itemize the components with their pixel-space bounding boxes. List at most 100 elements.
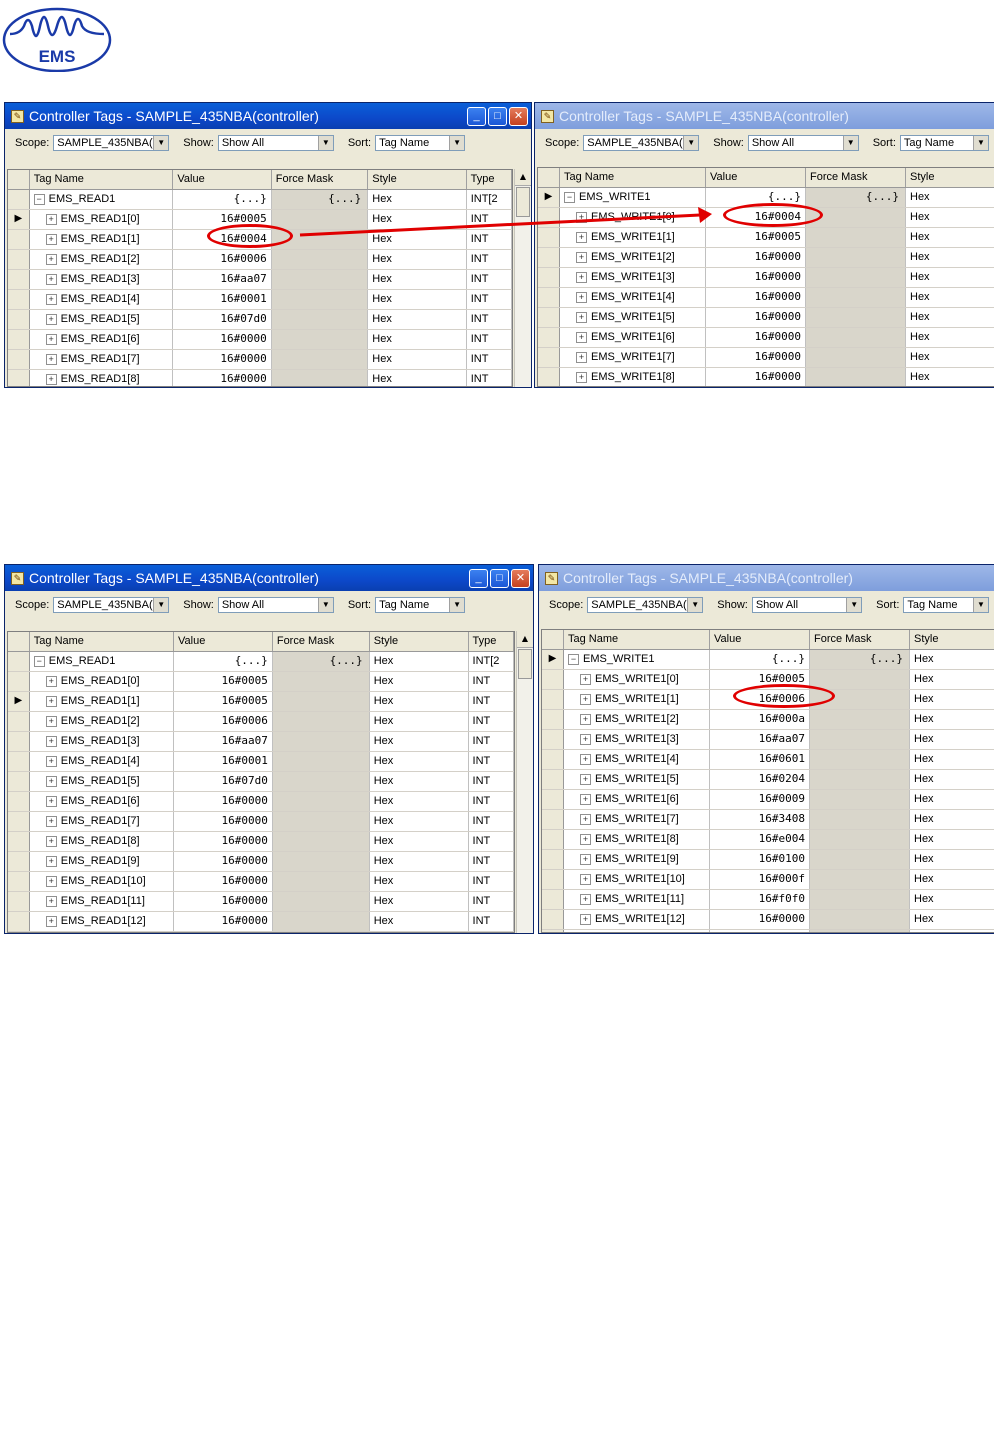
value-cell[interactable]: 16#0009	[710, 790, 810, 809]
expand-icon[interactable]: +	[580, 833, 591, 845]
style-cell[interactable]: Hex	[370, 892, 469, 911]
show-dropdown[interactable]: Show All ▼	[751, 597, 863, 613]
value-cell[interactable]: 16#0000	[710, 910, 810, 929]
style-cell[interactable]: Hex	[370, 932, 469, 933]
titlebar[interactable]: ✎ Controller Tags - SAMPLE_435NBA(contro…	[5, 565, 533, 591]
row-selector[interactable]	[8, 792, 30, 811]
value-cell[interactable]: {...}	[710, 650, 810, 669]
expand-icon[interactable]: +	[580, 733, 591, 745]
style-cell[interactable]: Hex	[910, 830, 994, 849]
value-cell[interactable]: 16#0204	[710, 770, 810, 789]
expand-icon[interactable]: +	[580, 773, 591, 785]
expand-icon[interactable]: +	[45, 715, 57, 727]
row-selector[interactable]	[8, 732, 30, 751]
style-cell[interactable]: Hex	[910, 650, 994, 669]
row-selector[interactable]	[8, 912, 30, 931]
tag-row[interactable]: + EMS_WRITE1[10] 16#000f Hex	[542, 870, 994, 890]
row-selector[interactable]	[8, 852, 30, 871]
tag-row[interactable]: + EMS_READ1[6] 16#0000 Hex INT	[8, 792, 514, 812]
expand-icon[interactable]: +	[580, 693, 591, 705]
style-cell[interactable]: Hex	[910, 850, 994, 869]
tag-row[interactable]: +EMS_READ1[13]16#0000 HexINT	[8, 932, 514, 933]
value-cell[interactable]: 16#0006	[174, 712, 273, 731]
row-selector[interactable]	[542, 930, 564, 932]
scroll-thumb[interactable]	[518, 649, 532, 679]
value-cell[interactable]: 16#0100	[710, 850, 810, 869]
row-selector[interactable]	[8, 752, 30, 771]
style-cell[interactable]: Hex	[370, 732, 469, 751]
tag-row[interactable]: + EMS_READ1[2] 16#0006 Hex INT	[8, 712, 514, 732]
value-cell[interactable]: 16#f0f0	[710, 890, 810, 909]
row-selector[interactable]	[542, 670, 564, 689]
expand-icon[interactable]: +	[45, 695, 57, 707]
row-selector[interactable]	[8, 712, 30, 731]
style-cell[interactable]: Hex	[910, 690, 994, 709]
expand-icon[interactable]: +	[580, 713, 591, 725]
tag-row[interactable]: + EMS_WRITE1[8] 16#e004 Hex	[542, 830, 994, 850]
collapse-icon[interactable]: −	[33, 655, 45, 667]
expand-icon[interactable]: +	[580, 873, 591, 885]
row-selector[interactable]	[542, 830, 564, 849]
value-cell[interactable]: 16#0005	[174, 692, 273, 711]
style-cell[interactable]: Hex	[910, 870, 994, 889]
value-cell[interactable]: 16#0000	[174, 792, 273, 811]
style-cell[interactable]: Hex	[910, 930, 994, 932]
column-header-force-mask[interactable]: Force Mask	[273, 632, 370, 651]
expand-icon[interactable]: +	[45, 775, 57, 787]
expand-icon[interactable]: +	[580, 913, 591, 925]
expand-icon[interactable]: +	[580, 753, 591, 765]
style-cell[interactable]: Hex	[910, 710, 994, 729]
scope-dropdown[interactable]: SAMPLE_435NBA(c ▼	[53, 597, 170, 613]
row-selector[interactable]	[8, 672, 30, 691]
expand-icon[interactable]: +	[45, 675, 57, 687]
expand-icon[interactable]: +	[45, 895, 57, 907]
titlebar[interactable]: ✎ Controller Tags - SAMPLE_435NBA(contro…	[539, 565, 994, 591]
value-cell[interactable]: 16#0000	[174, 832, 273, 851]
value-cell[interactable]: 16#0005	[174, 672, 273, 691]
row-selector[interactable]	[542, 850, 564, 869]
value-cell[interactable]: 16#0000	[174, 852, 273, 871]
tag-row[interactable]: + EMS_WRITE1[4] 16#0601 Hex	[542, 750, 994, 770]
style-cell[interactable]: Hex	[370, 912, 469, 931]
value-cell[interactable]: 16#0000	[174, 872, 273, 891]
tag-row[interactable]: + EMS_READ1[12] 16#0000 Hex INT	[8, 912, 514, 932]
expand-icon[interactable]: +	[580, 793, 591, 805]
row-selector[interactable]	[542, 910, 564, 929]
column-header-type[interactable]: Type	[469, 632, 514, 651]
value-cell[interactable]: 16#aa07	[710, 730, 810, 749]
row-selector[interactable]	[8, 812, 30, 831]
column-header-tag-name[interactable]: Tag Name	[30, 632, 175, 651]
scroll-up-icon[interactable]: ▲	[517, 631, 533, 648]
value-cell[interactable]: 16#0000	[174, 892, 273, 911]
style-cell[interactable]: Hex	[910, 770, 994, 789]
close-button[interactable]: ✕	[511, 568, 530, 588]
tag-row[interactable]: + EMS_READ1[9] 16#0000 Hex INT	[8, 852, 514, 872]
parent-tag-row[interactable]: − EMS_READ1 {...} {...} Hex INT[2	[8, 652, 514, 672]
style-cell[interactable]: Hex	[370, 772, 469, 791]
expand-icon[interactable]: +	[45, 915, 57, 927]
row-selector[interactable]	[542, 690, 564, 709]
style-cell[interactable]: Hex	[370, 812, 469, 831]
value-cell[interactable]: 16#0000	[174, 912, 273, 931]
style-cell[interactable]: Hex	[370, 872, 469, 891]
sort-dropdown[interactable]: Tag Name ▼	[903, 597, 989, 613]
expand-icon[interactable]: +	[580, 893, 591, 905]
column-header-style[interactable]: Style	[370, 632, 469, 651]
minimize-button[interactable]: _	[469, 568, 488, 588]
row-selector[interactable]	[542, 790, 564, 809]
expand-icon[interactable]: +	[45, 815, 57, 827]
style-cell[interactable]: Hex	[370, 652, 469, 671]
value-cell[interactable]: 16#3408	[710, 810, 810, 829]
row-selector[interactable]: ▶	[8, 692, 30, 711]
tag-row[interactable]: + EMS_READ1[8] 16#0000 Hex INT	[8, 832, 514, 852]
tag-row[interactable]: + EMS_READ1[10] 16#0000 Hex INT	[8, 872, 514, 892]
tag-row[interactable]: + EMS_WRITE1[5] 16#0204 Hex	[542, 770, 994, 790]
sort-dropdown[interactable]: Tag Name ▼	[375, 597, 466, 613]
expand-icon[interactable]: +	[45, 875, 57, 887]
tag-row[interactable]: + EMS_READ1[11] 16#0000 Hex INT	[8, 892, 514, 912]
expand-icon[interactable]: +	[580, 853, 591, 865]
expand-icon[interactable]: +	[45, 835, 57, 847]
row-selector[interactable]	[542, 770, 564, 789]
tag-row[interactable]: + EMS_READ1[0] 16#0005 Hex INT	[8, 672, 514, 692]
tag-row[interactable]: + EMS_WRITE1[6] 16#0009 Hex	[542, 790, 994, 810]
